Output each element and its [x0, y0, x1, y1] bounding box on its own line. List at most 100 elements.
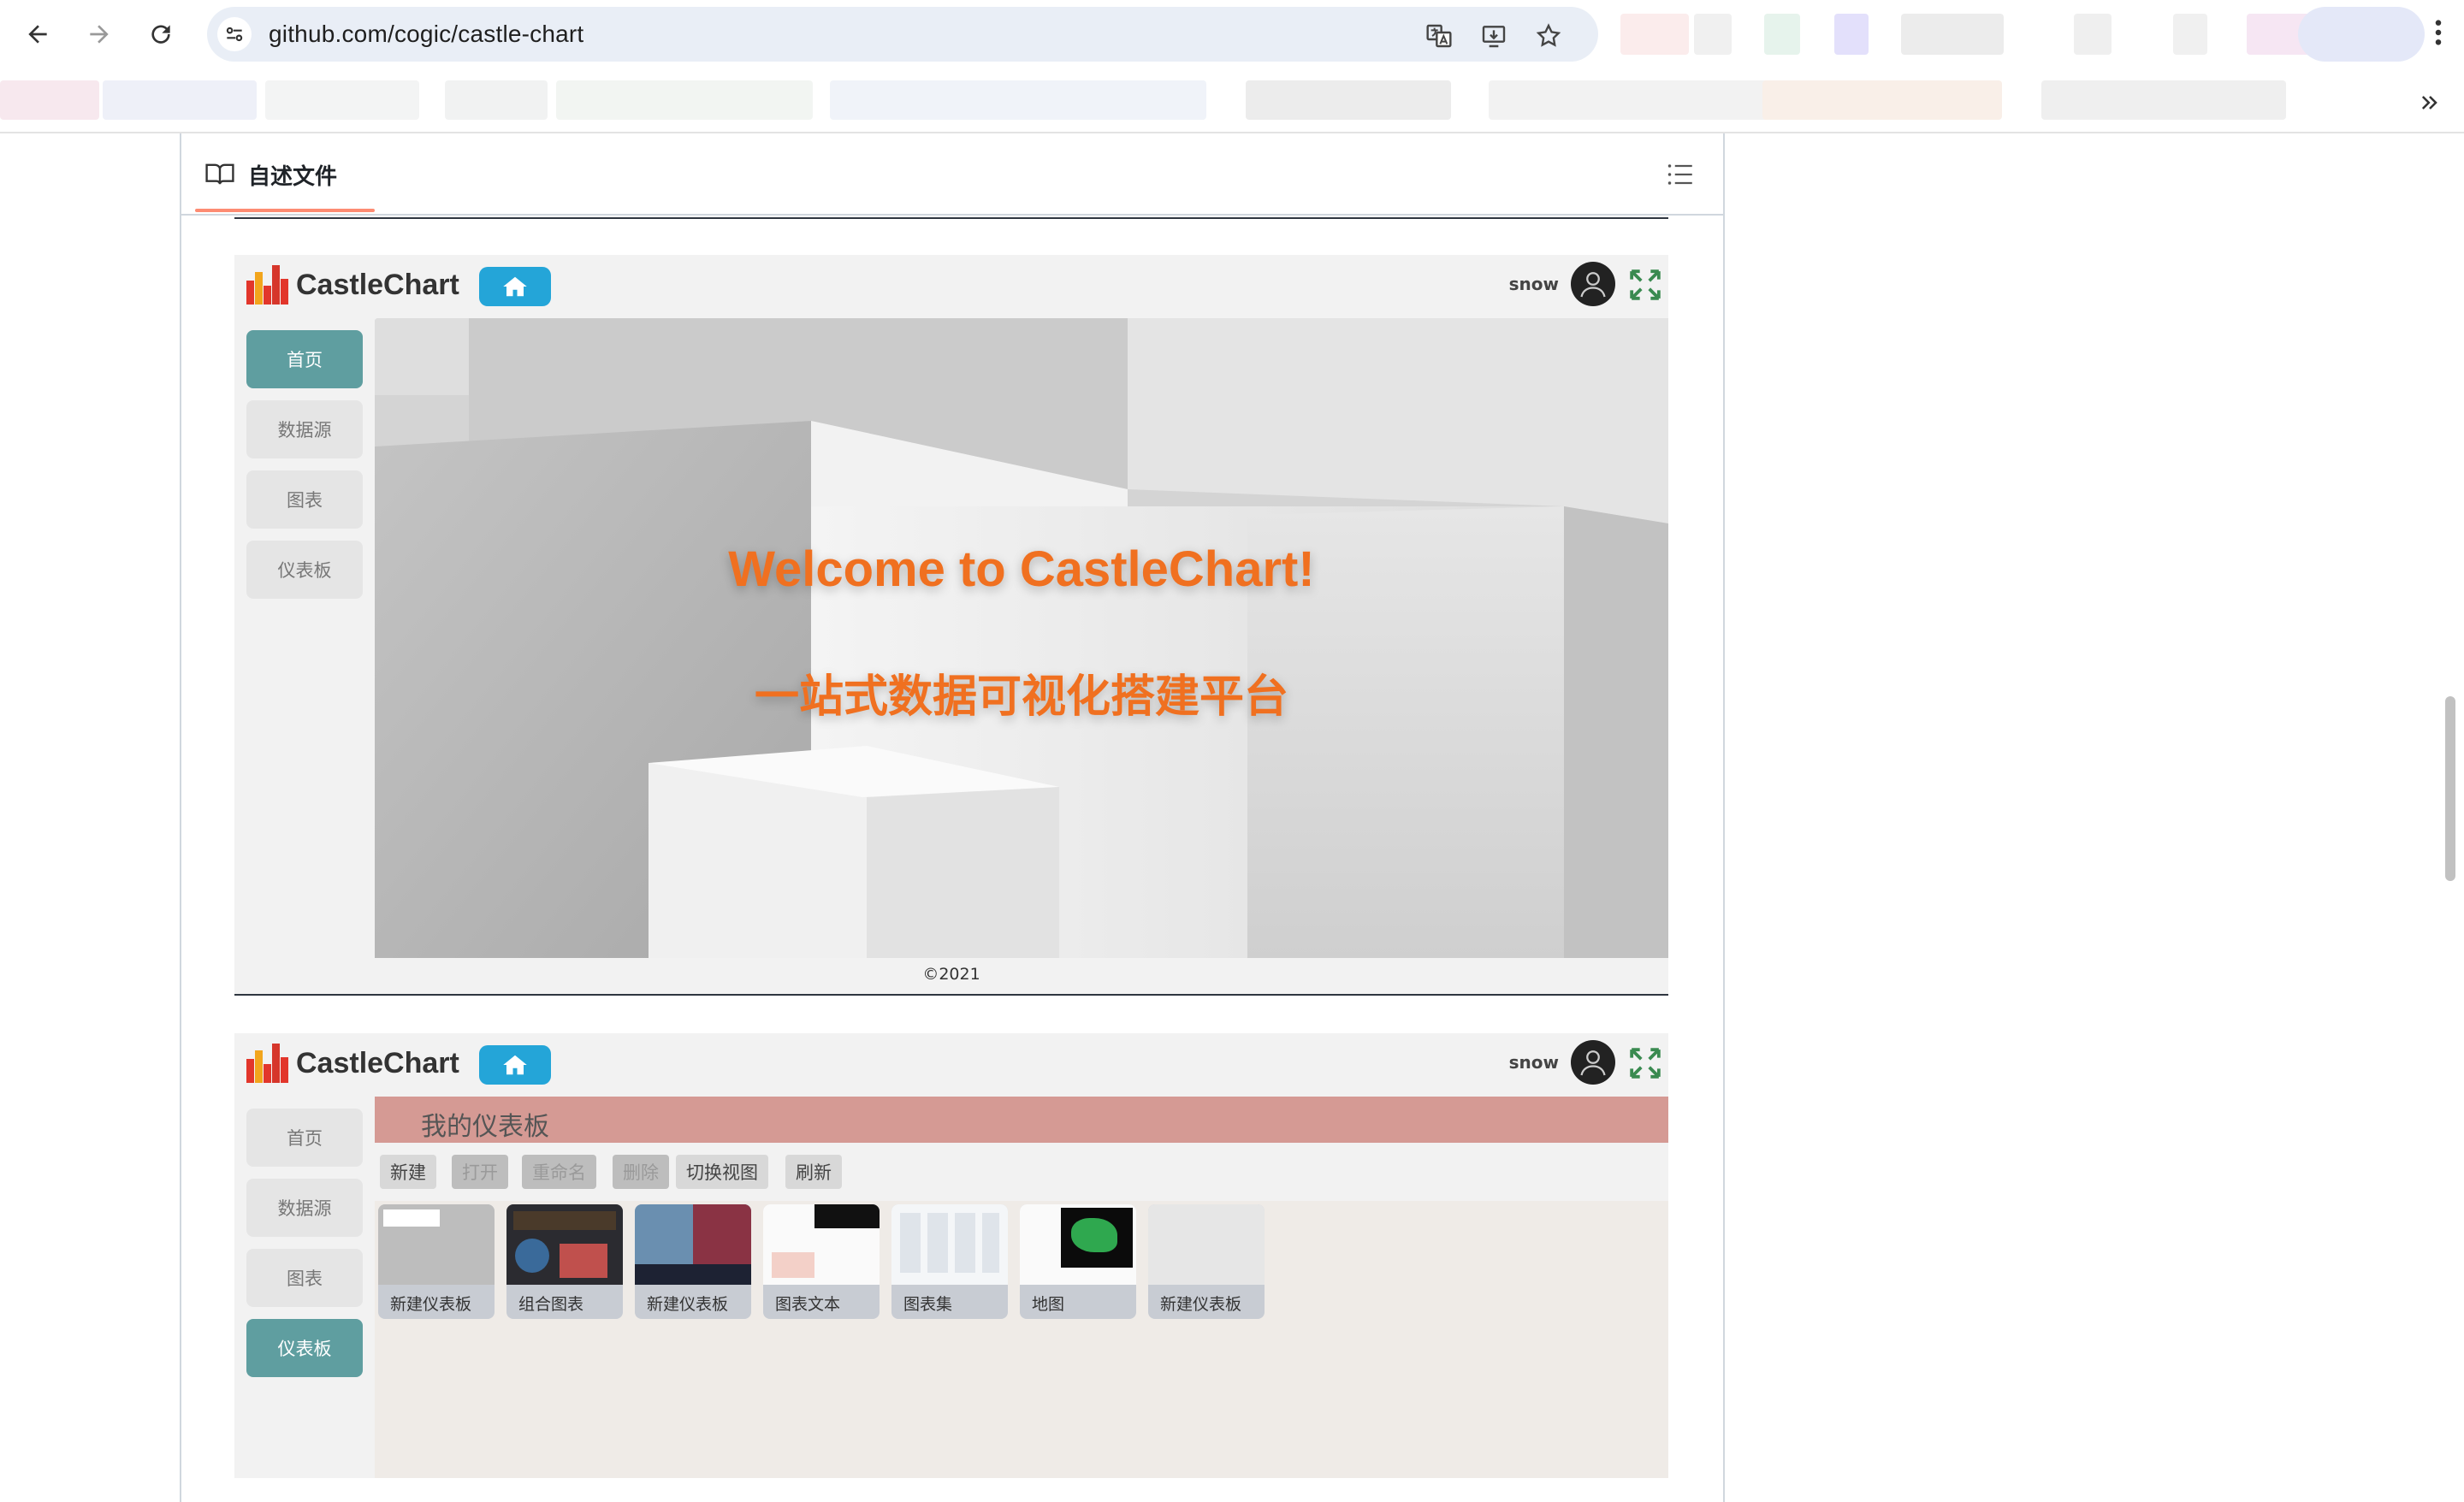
card-label: 新建仪表板: [647, 1295, 729, 1314]
extension-icon[interactable]: [1694, 14, 1732, 55]
home-icon: [503, 276, 527, 297]
sidebar-item-label: 图表: [287, 490, 323, 511]
back-button[interactable]: [21, 17, 55, 51]
dashboard-card[interactable]: 新建仪表板: [378, 1204, 495, 1319]
castle-logo-icon: [245, 263, 288, 306]
sidebar-item-label: 仪表板: [277, 560, 332, 581]
divider: [234, 994, 1668, 996]
bookmark-item[interactable]: [556, 80, 813, 120]
sidebar-item-label: 首页: [287, 350, 323, 370]
book-icon: [205, 163, 234, 185]
install-icon[interactable]: [1480, 22, 1507, 50]
bookmark-item[interactable]: [445, 80, 548, 120]
profile-button[interactable]: [2298, 7, 2425, 62]
extension-icon[interactable]: [2173, 14, 2207, 55]
avatar[interactable]: [1571, 1040, 1615, 1085]
sidebar-item-label: 图表: [287, 1268, 323, 1289]
dashboard-card[interactable]: 图表文本: [763, 1204, 880, 1319]
bookmark-item[interactable]: [1246, 80, 1451, 120]
sidebar-item-label: 仪表板: [277, 1339, 332, 1359]
readme-tab[interactable]: 自述文件: [205, 157, 337, 192]
refresh-label: 刷新: [796, 1162, 832, 1183]
bookmark-star-icon[interactable]: [1535, 22, 1562, 50]
sidebar-item-home[interactable]: 首页: [246, 330, 363, 388]
bookmark-item[interactable]: [103, 80, 257, 120]
sidebar-item-label: 数据源: [277, 1198, 332, 1219]
logo: CastleChart: [245, 1042, 459, 1085]
back-icon: [28, 25, 47, 44]
sidebar-item-datasource[interactable]: 数据源: [246, 400, 363, 458]
extension-icon[interactable]: [1834, 14, 1869, 55]
switch-view-label: 切换视图: [686, 1162, 758, 1183]
avatar[interactable]: [1571, 262, 1615, 306]
card-label: 图表集: [903, 1295, 953, 1314]
chevrons-right-icon[interactable]: [2413, 86, 2447, 120]
address-bar[interactable]: github.com/cogic/castle-chart: [207, 7, 1598, 62]
extension-icon[interactable]: [1620, 14, 1689, 55]
sidebar-item-charts[interactable]: 图表: [246, 470, 363, 529]
outline-button[interactable]: [1663, 157, 1697, 192]
hero-background-image: [375, 318, 1668, 958]
reload-button[interactable]: [144, 17, 178, 51]
sidebar-item-datasource[interactable]: 数据源: [246, 1179, 363, 1237]
dashboard-card[interactable]: 新建仪表板: [635, 1204, 751, 1319]
bookmark-item[interactable]: [265, 80, 419, 120]
rename-button[interactable]: 重命名: [522, 1155, 596, 1189]
bookmark-item[interactable]: [2041, 80, 2286, 120]
delete-button[interactable]: 删除: [613, 1155, 669, 1189]
user-icon: [1580, 272, 1606, 298]
user-name: snow: [1508, 1052, 1559, 1073]
logo: CastleChart: [245, 263, 459, 306]
tab-underline: [195, 209, 375, 212]
divider: [234, 217, 1668, 219]
new-label: 新建: [390, 1162, 426, 1183]
bookmark-item[interactable]: [1762, 80, 2002, 120]
dashboard-card[interactable]: 地图: [1020, 1204, 1136, 1319]
sidebar-item-dashboard[interactable]: 仪表板: [246, 1319, 363, 1377]
new-button[interactable]: 新建: [380, 1155, 436, 1189]
bookmark-item[interactable]: [0, 80, 99, 120]
extension-icon[interactable]: [1901, 14, 2004, 55]
logo-text: CastleChart: [296, 1046, 459, 1079]
delete-label: 删除: [623, 1162, 659, 1183]
dashboard-card[interactable]: 图表集: [891, 1204, 1008, 1319]
dashboard-thumbnail: [763, 1204, 880, 1285]
dashboard-thumbnail: [378, 1204, 495, 1285]
sidebar-item-charts[interactable]: 图表: [246, 1249, 363, 1307]
bookmark-item[interactable]: [1489, 80, 1780, 120]
open-label: 打开: [462, 1162, 498, 1183]
github-page: 自述文件 CastleChart snow 首页 数据源 图表 仪表板 Welc…: [0, 133, 2464, 1502]
dashboard-thumbnail: [1148, 1204, 1265, 1285]
app-header: CastleChart snow: [234, 255, 1668, 316]
forward-button[interactable]: [82, 17, 116, 51]
home-button[interactable]: [479, 267, 551, 306]
extension-icon[interactable]: [2074, 14, 2112, 55]
footer-copyright: ©2021: [922, 965, 980, 984]
sidebar-item-dashboard[interactable]: 仪表板: [246, 541, 363, 599]
hero-subtitle: 一站式数据可视化搭建平台: [754, 671, 1288, 723]
bookmark-item[interactable]: [830, 80, 1206, 120]
dashboard-grid: 新建仪表板 组合图表 新建仪表板 图表文本 图表集 地图 新建仪表板: [375, 1201, 1668, 1478]
open-button[interactable]: 打开: [452, 1155, 508, 1189]
dashboard-card[interactable]: 新建仪表板: [1148, 1204, 1265, 1319]
rename-label: 重命名: [532, 1162, 586, 1183]
sidebar-item-home[interactable]: 首页: [246, 1109, 363, 1167]
card-label: 图表文本: [775, 1295, 841, 1314]
fullscreen-icon[interactable]: [1629, 1047, 1661, 1079]
switch-view-button[interactable]: 切换视图: [676, 1155, 768, 1189]
scrollbar-thumb[interactable]: [2445, 696, 2455, 881]
translate-icon[interactable]: [1425, 22, 1453, 50]
dashboard-thumbnail: [635, 1204, 751, 1285]
hero-banner: Welcome to CastleChart! 一站式数据可视化搭建平台: [375, 318, 1668, 958]
refresh-button[interactable]: 刷新: [785, 1155, 842, 1189]
site-info-icon[interactable]: [217, 17, 252, 51]
fullscreen-icon[interactable]: [1629, 269, 1661, 301]
url-text: github.com/cogic/castle-chart: [269, 21, 584, 47]
castle-logo-icon: [245, 1042, 288, 1085]
home-button[interactable]: [479, 1045, 551, 1085]
extension-icon[interactable]: [1764, 14, 1800, 55]
user-name: snow: [1508, 274, 1559, 294]
dashboard-card[interactable]: 组合图表: [506, 1204, 623, 1319]
menu-icon[interactable]: [2421, 15, 2455, 50]
logo-text: CastleChart: [296, 268, 459, 301]
